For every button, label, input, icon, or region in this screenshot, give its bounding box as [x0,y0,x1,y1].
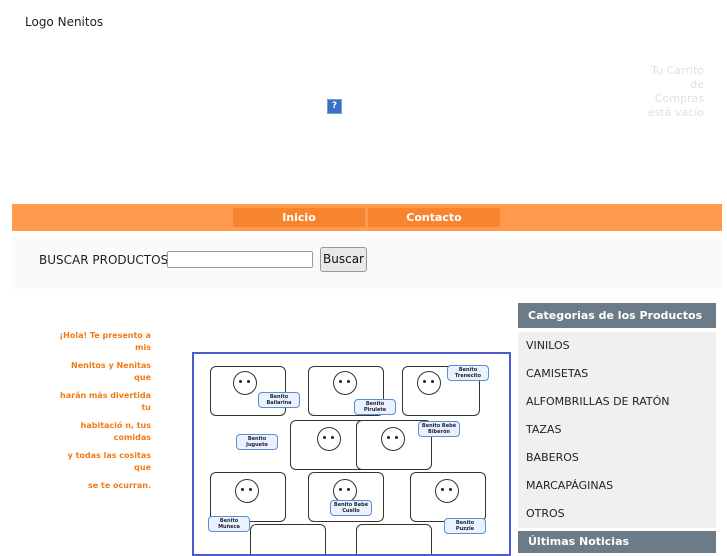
nav-inicio[interactable]: Inicio [233,208,365,227]
search-input[interactable] [167,251,313,268]
character-tag: Benito Juguete [236,434,278,450]
character-drawing [381,427,405,451]
intro-line: Nenitos y Nenitas que [71,361,151,382]
intro-line: y todas las cositas que [67,451,151,472]
intro-text: ¡Hola! Te presento a mis Nenitos y Nenit… [59,330,151,498]
categories-header: Categorias de los Productos [518,303,716,328]
character-drawing [435,479,459,503]
search-area: BUSCAR PRODUCTOS: Buscar [12,237,722,289]
character-card [290,420,366,470]
main-nav: Inicio Contacto [12,204,722,231]
news-header: Últimas Noticias [518,531,716,553]
character-card [410,472,486,522]
category-item-vinilos[interactable]: VINILOS [518,332,716,360]
logo-text[interactable]: Logo Nenitos [25,15,103,29]
character-tag: Benito Bebé Biberón [418,421,460,437]
character-card [210,366,286,416]
intro-line: harán más divertida tu [60,391,151,412]
character-tag: Benito Bailarina [258,392,300,408]
intro-line: habitació n, tus comidas [80,421,151,442]
character-card [210,472,286,522]
character-tag: Benito Puzzle [444,518,486,534]
character-drawing [235,479,259,503]
nav-contacto[interactable]: Contacto [368,208,500,227]
intro-line: ¡Hola! Te presento a mis [59,331,151,352]
category-item-otros[interactable]: OTROS [518,500,716,528]
character-tag: Benito Bebé Cuello [330,500,372,516]
character-drawing [233,371,257,395]
product-poster-image[interactable]: Benito Trenecito Benito Bailarina Benito… [192,352,511,556]
search-label: BUSCAR PRODUCTOS: [39,253,173,267]
character-card [356,524,432,554]
category-item-tazas[interactable]: TAZAS [518,416,716,444]
category-item-camisetas[interactable]: CAMISETAS [518,360,716,388]
intro-line: se te ocurran. [88,481,151,490]
sidebar: Categorias de los Productos VINILOS CAMI… [518,303,716,553]
character-drawing [317,427,341,451]
broken-image-icon: ? [327,99,342,114]
character-tag: Benito Trenecito [447,365,489,381]
category-list: VINILOS CAMISETAS ALFOMBRILLAS DE RATÓN … [518,332,716,528]
category-item-alfombrillas[interactable]: ALFOMBRILLAS DE RATÓN [518,388,716,416]
search-button[interactable]: Buscar [320,247,367,272]
character-drawing [333,371,357,395]
category-item-baberos[interactable]: BABEROS [518,444,716,472]
character-card [250,524,326,554]
cart-status[interactable]: Tu Carrito de Compras está vacío [640,64,704,120]
character-tag: Benito Muñeca [208,516,250,532]
category-item-marcapaginas[interactable]: MARCAPÁGINAS [518,472,716,500]
character-tag: Benito Pirulete [354,399,396,415]
character-drawing [417,371,441,395]
